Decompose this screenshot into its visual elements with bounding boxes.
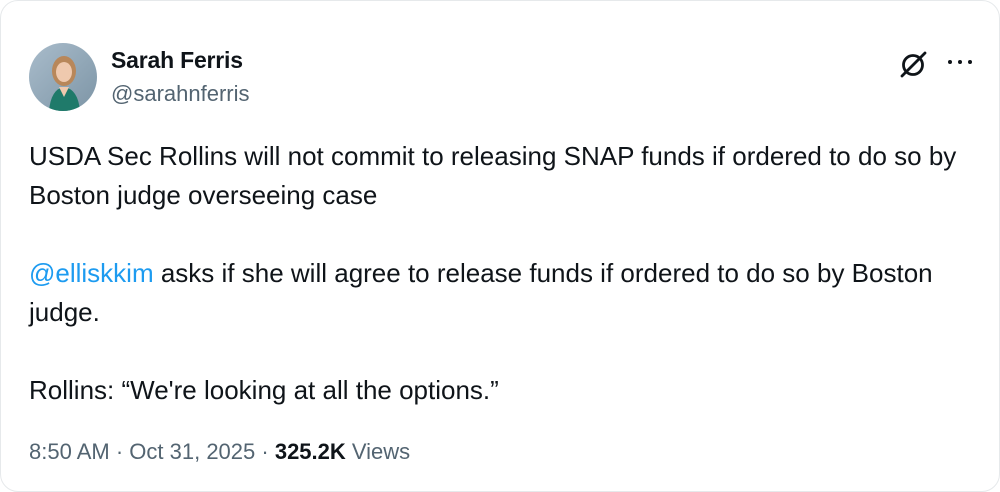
avatar[interactable] [29, 43, 97, 111]
author-name[interactable]: Sarah Ferris [111, 47, 243, 74]
grok-glyph [900, 51, 927, 78]
tweet-date[interactable]: Oct 31, 2025 [129, 439, 255, 464]
dot-icon [948, 60, 952, 64]
views-count[interactable]: 325.2K [275, 439, 346, 464]
profile-photo-icon [29, 43, 97, 111]
tweet-paragraph-2-text: asks if she will agree to release funds … [29, 258, 933, 327]
meta-separator: · [255, 439, 275, 464]
tweet-paragraph-1: USDA Sec Rollins will not commit to rele… [29, 141, 957, 210]
mention-link[interactable]: @elliskkim [29, 258, 154, 288]
tweet-paragraph-3: Rollins: “We're looking at all the optio… [29, 375, 499, 405]
dot-icon [958, 60, 962, 64]
tweet-meta: 8:50 AM · Oct 31, 2025 · 325.2K Views [29, 439, 410, 465]
dot-icon [968, 60, 972, 64]
grok-icon[interactable] [897, 47, 931, 81]
author-handle[interactable]: @sarahnferris [111, 81, 250, 107]
tweet-text: USDA Sec Rollins will not commit to rele… [29, 137, 974, 410]
tweet-time[interactable]: 8:50 AM [29, 439, 110, 464]
more-options-icon[interactable] [945, 50, 975, 74]
tweet-card: Sarah Ferris @sarahnferris USDA Sec Roll… [0, 0, 1000, 492]
tweet-paragraph-2: @elliskkim asks if she will agree to rel… [29, 254, 974, 332]
views-label: Views [345, 439, 411, 464]
meta-separator: · [109, 439, 130, 464]
